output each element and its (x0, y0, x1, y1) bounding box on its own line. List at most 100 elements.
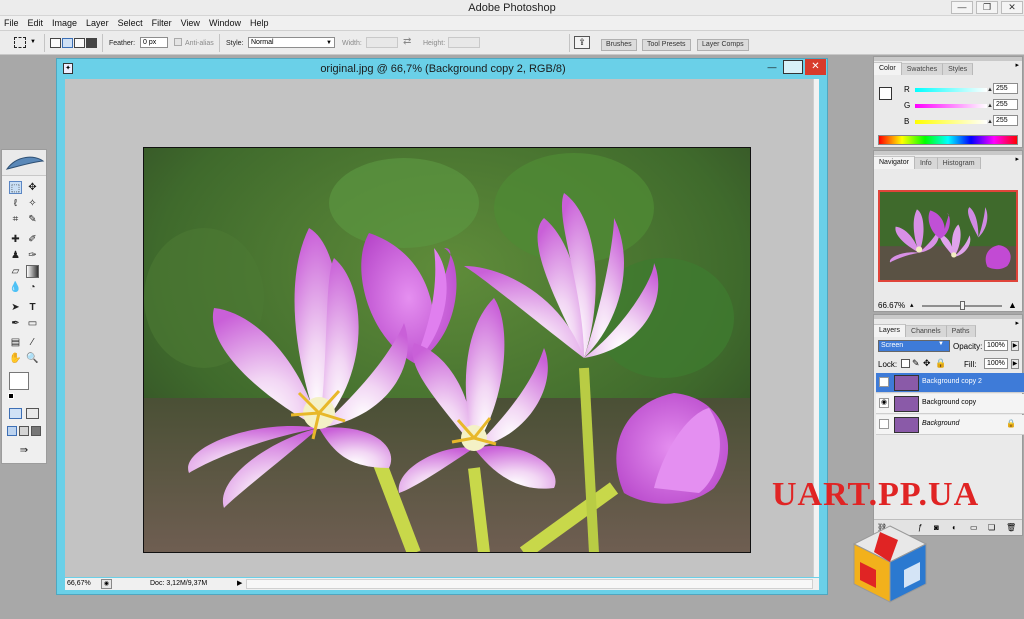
doc-minimize-button[interactable]: — (762, 60, 782, 74)
navigator-preview[interactable] (878, 190, 1018, 282)
palette-well-layer-comps[interactable]: Layer Comps (697, 39, 749, 51)
rectangle-tool-icon[interactable]: ▭ (26, 317, 39, 330)
height-input[interactable] (448, 37, 480, 48)
feather-logo-icon[interactable] (5, 153, 45, 173)
opacity-input[interactable]: 100% (984, 340, 1008, 351)
navigator-zoom-value[interactable]: 66.67% (878, 301, 905, 310)
panel-menu-icon[interactable]: ▸ (1015, 61, 1019, 69)
tab-histogram[interactable]: Histogram (937, 157, 981, 169)
marquee-tool-preset-icon[interactable] (14, 37, 26, 48)
panel-grip[interactable] (874, 315, 1022, 319)
delete-layer-icon[interactable]: 🗑 (1006, 523, 1016, 532)
panel-menu-icon[interactable]: ▸ (1015, 319, 1019, 327)
menu-view[interactable]: View (181, 16, 200, 30)
doc-maximize-button[interactable] (783, 60, 803, 74)
antialias-checkbox[interactable] (174, 38, 182, 46)
foreground-color-swatch[interactable] (879, 87, 892, 100)
restore-button[interactable]: ❐ (976, 1, 998, 14)
palette-well-tool-presets[interactable]: Tool Presets (642, 39, 691, 51)
layer-row-background-copy-2[interactable]: ◉ Background copy 2 (876, 373, 1024, 393)
new-selection-icon[interactable] (50, 38, 61, 48)
r-input[interactable]: 255 (993, 83, 1018, 94)
eye-icon[interactable]: ◉ (879, 377, 889, 387)
g-slider[interactable] (915, 104, 987, 108)
panel-menu-icon[interactable]: ▸ (1015, 155, 1019, 163)
hand-tool-icon[interactable]: ✋ (9, 352, 22, 365)
document-canvas[interactable] (65, 79, 819, 577)
lock-transparency-icon[interactable] (901, 359, 910, 368)
lock-position-icon[interactable]: ✥ (923, 358, 931, 369)
g-input[interactable]: 255 (993, 99, 1018, 110)
width-input[interactable] (366, 37, 398, 48)
path-selection-tool-icon[interactable]: ➤ (9, 301, 22, 314)
eraser-tool-icon[interactable]: ▱ (9, 265, 22, 278)
file-browser-icon[interactable]: ⇪ (574, 36, 590, 49)
pen-tool-icon[interactable]: ✒ (9, 317, 22, 330)
status-info-icon[interactable]: ◉ (101, 579, 112, 589)
eyedropper-tool-icon[interactable]: ⁄ (26, 336, 39, 349)
magic-wand-tool-icon[interactable]: ✧ (26, 197, 39, 210)
tab-paths[interactable]: Paths (946, 325, 976, 337)
status-menu-arrow-icon[interactable]: ▶ (237, 578, 242, 590)
add-to-selection-icon[interactable] (62, 38, 73, 48)
quick-mask-mode-icon[interactable] (26, 408, 39, 419)
tab-navigator[interactable]: Navigator (874, 156, 915, 169)
move-tool-icon[interactable]: ✥ (26, 181, 39, 194)
b-input[interactable]: 255 (993, 115, 1018, 126)
tab-styles[interactable]: Styles (943, 63, 974, 75)
navigator-slider-thumb[interactable] (960, 301, 965, 310)
menu-image[interactable]: Image (52, 16, 77, 30)
b-slider[interactable] (915, 120, 987, 124)
eye-hidden-icon[interactable] (879, 419, 889, 429)
photo-canvas[interactable] (143, 147, 751, 553)
chevron-down-icon[interactable]: ▼ (30, 39, 36, 45)
crop-tool-icon[interactable]: ⌗ (9, 213, 22, 226)
history-brush-tool-icon[interactable]: ✑ (26, 249, 39, 262)
lock-image-icon[interactable]: ✎ (912, 358, 920, 369)
menu-file[interactable]: File (4, 16, 19, 30)
new-layer-icon[interactable]: ❏ (988, 523, 995, 532)
minimize-button[interactable]: — (951, 1, 973, 14)
jump-to-imageready-icon[interactable]: ⇛ (12, 444, 36, 457)
new-group-icon[interactable]: ▭ (970, 523, 978, 532)
tab-color[interactable]: Color (874, 62, 902, 75)
r-slider[interactable] (915, 88, 987, 92)
eye-icon[interactable]: ◉ (879, 398, 889, 408)
rectangular-marquee-tool-icon[interactable]: ⬚ (9, 181, 22, 194)
zoom-level[interactable]: 66,67% (67, 578, 91, 590)
layer-mask-icon[interactable]: ◙ (934, 523, 939, 532)
menu-edit[interactable]: Edit (28, 16, 44, 30)
type-tool-icon[interactable]: T (26, 301, 39, 314)
color-ramp[interactable] (878, 135, 1018, 145)
adjustment-layer-icon[interactable]: ◐ (952, 523, 957, 532)
screen-mode-menu-icon[interactable] (19, 426, 29, 436)
tab-channels[interactable]: Channels (906, 325, 947, 337)
lock-all-icon[interactable]: 🔒 (935, 358, 946, 369)
style-select[interactable]: Normal ▼ (248, 37, 335, 48)
notes-tool-icon[interactable]: ▤ (9, 336, 22, 349)
opacity-arrow-icon[interactable]: ▶ (1011, 341, 1019, 351)
menu-filter[interactable]: Filter (152, 16, 172, 30)
feather-input[interactable]: 0 px (140, 37, 168, 48)
zoom-out-icon[interactable]: ▴ (910, 302, 919, 310)
layer-row-background-copy[interactable]: ◉ Background copy (876, 394, 1024, 414)
blur-tool-icon[interactable]: 💧 (9, 281, 22, 294)
chevron-down-icon[interactable]: ▼ (938, 341, 944, 347)
tab-swatches[interactable]: Swatches (901, 63, 944, 75)
menu-layer[interactable]: Layer (86, 16, 109, 30)
close-button[interactable]: ✕ (1001, 1, 1023, 14)
layer-row-background[interactable]: Background 🔒 (876, 415, 1024, 435)
dodge-tool-icon[interactable]: ◔ (26, 281, 39, 294)
menu-help[interactable]: Help (250, 16, 269, 30)
doc-close-button[interactable]: ✕ (805, 59, 826, 75)
lasso-tool-icon[interactable]: ℓ (9, 197, 22, 210)
screen-mode-standard-icon[interactable] (7, 426, 17, 436)
fill-input[interactable]: 100% (984, 358, 1008, 369)
screen-mode-full-icon[interactable] (31, 426, 41, 436)
brush-tool-icon[interactable]: ✐ (26, 233, 39, 246)
slice-tool-icon[interactable]: ✎ (26, 213, 39, 226)
menu-window[interactable]: Window (209, 16, 241, 30)
fill-arrow-icon[interactable]: ▶ (1011, 359, 1019, 369)
default-colors-icon[interactable] (8, 393, 14, 399)
palette-well-brushes[interactable]: Brushes (601, 39, 637, 51)
